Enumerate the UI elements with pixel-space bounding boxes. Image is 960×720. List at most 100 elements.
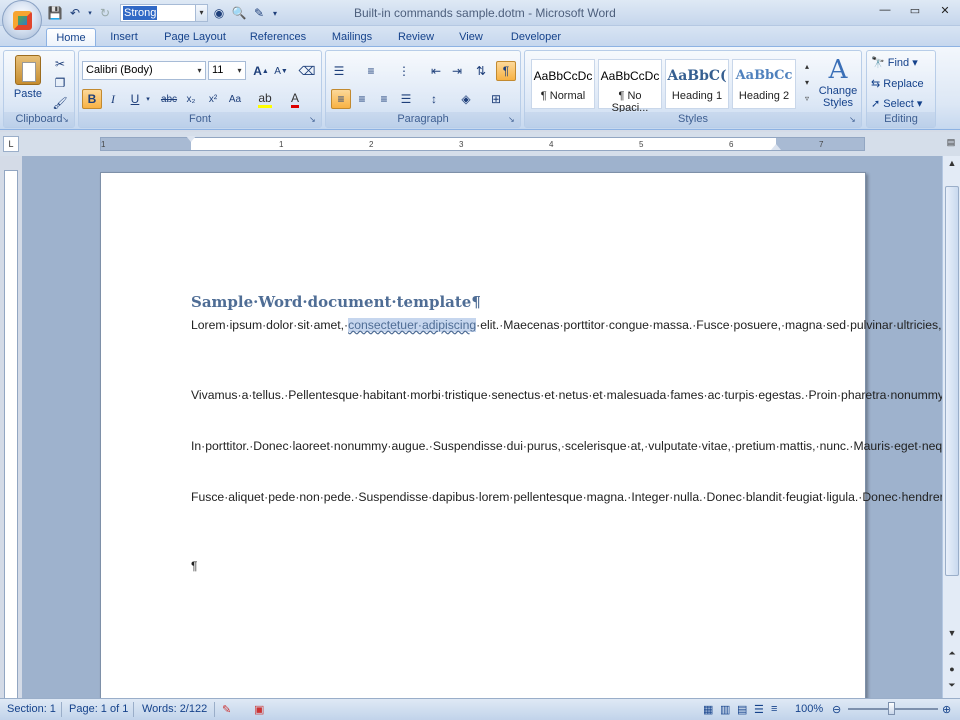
sort-icon[interactable]: ⇅	[471, 61, 491, 81]
right-indent-marker-icon[interactable]	[771, 144, 781, 150]
subscript-icon[interactable]: x₂	[181, 89, 201, 109]
draft-view-icon[interactable]: ≡	[771, 703, 777, 715]
undo-icon[interactable]: ↶	[66, 4, 84, 22]
decrease-indent-icon[interactable]: ⇤	[426, 61, 446, 81]
style-dropdown-icon[interactable]: ▾	[195, 5, 207, 21]
tab-insert[interactable]: Insert	[104, 28, 144, 46]
font-name-dropdown-icon[interactable]: ▾	[194, 62, 205, 79]
select-button[interactable]: ➚ Select ▾	[871, 97, 922, 110]
superscript-icon[interactable]: x²	[203, 89, 223, 109]
zoom-level[interactable]: 100%	[795, 703, 823, 715]
view-ruler-icon[interactable]: ▤	[944, 137, 958, 151]
minimize-button[interactable]: —	[870, 0, 900, 20]
style-heading-2[interactable]: AaBbCc Heading 2	[732, 59, 796, 109]
borders-icon[interactable]: ⊞	[486, 89, 506, 109]
document-page[interactable]: Sample·Word·document·template¶ Lorem·ips…	[100, 172, 960, 712]
full-screen-reading-icon[interactable]: ▥	[720, 703, 730, 716]
horizontal-ruler[interactable]: 1 1 2 3 4 5 6 7	[100, 136, 865, 151]
next-page-icon[interactable]: ⏷	[945, 678, 959, 692]
align-right-icon[interactable]: ≡	[374, 89, 394, 109]
page-indicator[interactable]: Page: 1 of 1	[69, 703, 128, 715]
justify-icon[interactable]: ☰	[396, 89, 416, 109]
vertical-scrollbar[interactable]: ▲ ▼ ⏶ ● ⏷	[942, 156, 960, 698]
copy-icon[interactable]: ❐	[50, 73, 70, 93]
print-layout-icon[interactable]: ▦	[703, 703, 713, 716]
tab-developer[interactable]: Developer	[504, 28, 568, 46]
tab-mailings[interactable]: Mailings	[326, 28, 378, 46]
print-preview-icon[interactable]: 🔍	[230, 4, 248, 22]
font-size-combo[interactable]: 11 ▾	[208, 61, 246, 80]
highlight-icon[interactable]: ab	[255, 89, 275, 109]
align-center-icon[interactable]: ≡	[352, 89, 372, 109]
font-color-icon[interactable]: A	[285, 89, 305, 109]
style-no-spacing[interactable]: AaBbCcDc ¶ No Spaci...	[598, 59, 662, 114]
section-indicator[interactable]: Section: 1	[7, 703, 56, 715]
tab-home[interactable]: Home	[46, 28, 96, 46]
change-case-icon[interactable]: Aa	[225, 89, 245, 109]
show-hide-marks-icon[interactable]: ¶	[496, 61, 516, 81]
cut-icon[interactable]: ✂	[50, 54, 70, 74]
styles-launcher-icon[interactable]: ↘	[849, 115, 859, 125]
font-launcher-icon[interactable]: ↘	[309, 115, 319, 125]
scroll-thumb[interactable]	[945, 186, 959, 576]
zoom-thumb[interactable]	[888, 702, 895, 715]
style-input[interactable]	[123, 6, 157, 20]
office-button[interactable]	[2, 0, 42, 40]
bullets-icon[interactable]: ☰	[329, 61, 349, 81]
scroll-down-icon[interactable]: ▼	[945, 626, 959, 640]
tab-references[interactable]: References	[244, 28, 312, 46]
tab-page-layout[interactable]: Page Layout	[158, 28, 232, 46]
macro-recording-icon[interactable]: ▣	[254, 703, 264, 716]
increase-indent-icon[interactable]: ⇥	[447, 61, 467, 81]
strikethrough-icon[interactable]: abc	[159, 89, 179, 109]
style-selector[interactable]: ▾	[120, 4, 208, 22]
italic-icon[interactable]: I	[103, 89, 123, 109]
tab-view[interactable]: View	[452, 28, 490, 46]
redo-icon[interactable]: ↻	[96, 4, 114, 22]
maximize-button[interactable]: ▭	[900, 0, 930, 20]
align-left-icon[interactable]: ≡	[331, 89, 351, 109]
numbering-icon[interactable]: ≡	[361, 61, 381, 81]
format-painter-qat-icon[interactable]: ✎	[250, 4, 268, 22]
style-normal[interactable]: AaBbCcDc ¶ Normal	[531, 59, 595, 109]
undo-dropdown-icon[interactable]: ▾	[86, 4, 94, 22]
bold-icon[interactable]: B	[82, 89, 102, 109]
grow-font-icon[interactable]: A ▲	[251, 61, 271, 81]
clipboard-launcher-icon[interactable]: ↘	[62, 115, 72, 125]
font-name-combo[interactable]: Calibri (Body) ▾	[82, 61, 206, 80]
paragraph-launcher-icon[interactable]: ↘	[508, 115, 518, 125]
tab-selector-icon[interactable]: L	[3, 136, 19, 152]
style-heading-1[interactable]: AaBbC(Heading 1	[665, 59, 729, 109]
macro-icon[interactable]: ◉	[210, 4, 228, 22]
underline-icon[interactable]: U	[125, 89, 145, 109]
clear-formatting-icon[interactable]: ⌫	[297, 61, 317, 81]
proofing-icon[interactable]: ✎	[222, 703, 231, 716]
select-browse-object-icon[interactable]: ●	[945, 662, 959, 676]
change-styles-button[interactable]: A Change Styles	[817, 55, 859, 113]
web-layout-icon[interactable]: ▤	[737, 703, 747, 716]
font-size-dropdown-icon[interactable]: ▾	[234, 62, 245, 79]
shrink-font-icon[interactable]: A ▼	[271, 61, 291, 81]
indent-marker-icon[interactable]	[186, 136, 196, 142]
outline-view-icon[interactable]: ☰	[754, 703, 764, 716]
vertical-ruler[interactable]	[4, 170, 18, 700]
underline-dropdown-icon[interactable]: ▾	[143, 89, 153, 109]
multilevel-list-icon[interactable]: ⋮	[394, 61, 414, 81]
word-count[interactable]: Words: 2/122	[142, 703, 207, 715]
find-button[interactable]: 🔭 Find ▾	[871, 56, 918, 69]
line-spacing-icon[interactable]: ↕	[424, 89, 444, 109]
scroll-up-icon[interactable]: ▲	[945, 156, 959, 170]
replace-button[interactable]: ⇆ Replace	[871, 77, 924, 90]
zoom-out-icon[interactable]: ⊖	[832, 703, 841, 716]
previous-page-icon[interactable]: ⏶	[945, 646, 959, 660]
paste-button[interactable]: Paste	[10, 55, 46, 111]
close-button[interactable]: ✕	[930, 0, 960, 20]
customize-qat-icon[interactable]: ▾	[270, 4, 280, 22]
format-painter-icon[interactable]: 🖌	[50, 93, 70, 113]
shading-icon[interactable]: ◈	[456, 89, 476, 109]
tab-review[interactable]: Review	[392, 28, 440, 46]
paragraph-text: Vivamus·a·tellus.·Pellentesque·habitant·…	[191, 388, 960, 402]
save-icon[interactable]: 💾	[46, 4, 64, 22]
zoom-in-icon[interactable]: ⊕	[942, 703, 951, 716]
styles-scroll[interactable]: ▴ ▾ ▿	[801, 59, 813, 109]
